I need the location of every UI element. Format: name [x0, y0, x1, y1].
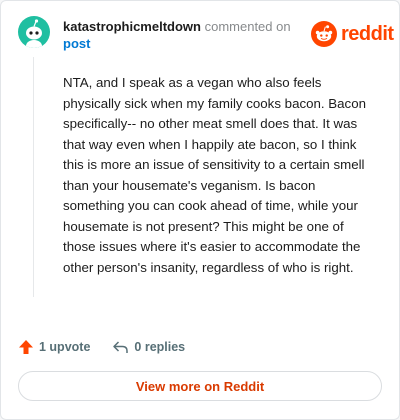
comment-embed-card: katastrophicmeltdown commented on post r… [0, 0, 400, 420]
reply-arrow-icon [113, 341, 129, 353]
reply-button[interactable]: 0 replies [112, 339, 185, 355]
replies-count: 0 replies [134, 340, 186, 354]
reddit-snoo-icon [311, 21, 337, 47]
view-more-on-reddit-button[interactable]: View more on Reddit [18, 371, 382, 401]
snoo-avatar-icon [26, 19, 42, 48]
user-avatar[interactable] [18, 16, 50, 48]
username-link[interactable]: katastrophicmeltdown [63, 19, 201, 34]
commented-on-text: commented on [204, 19, 291, 34]
upvote-count: 1 upvote [39, 340, 91, 354]
comment-header: katastrophicmeltdown commented on post [63, 18, 293, 52]
reddit-logo[interactable]: reddit [311, 21, 394, 47]
comment-body: NTA, and I speak as a vegan who also fee… [63, 75, 366, 275]
comment-actions: 1 upvote 0 replies [18, 339, 185, 355]
view-more-label: View more on Reddit [135, 378, 265, 394]
thread-line [33, 57, 34, 297]
upvote-arrow-icon [19, 340, 33, 354]
post-link[interactable]: post [63, 36, 90, 51]
reddit-wordmark: reddit [341, 22, 394, 45]
upvote-button[interactable]: 1 upvote [18, 339, 90, 355]
